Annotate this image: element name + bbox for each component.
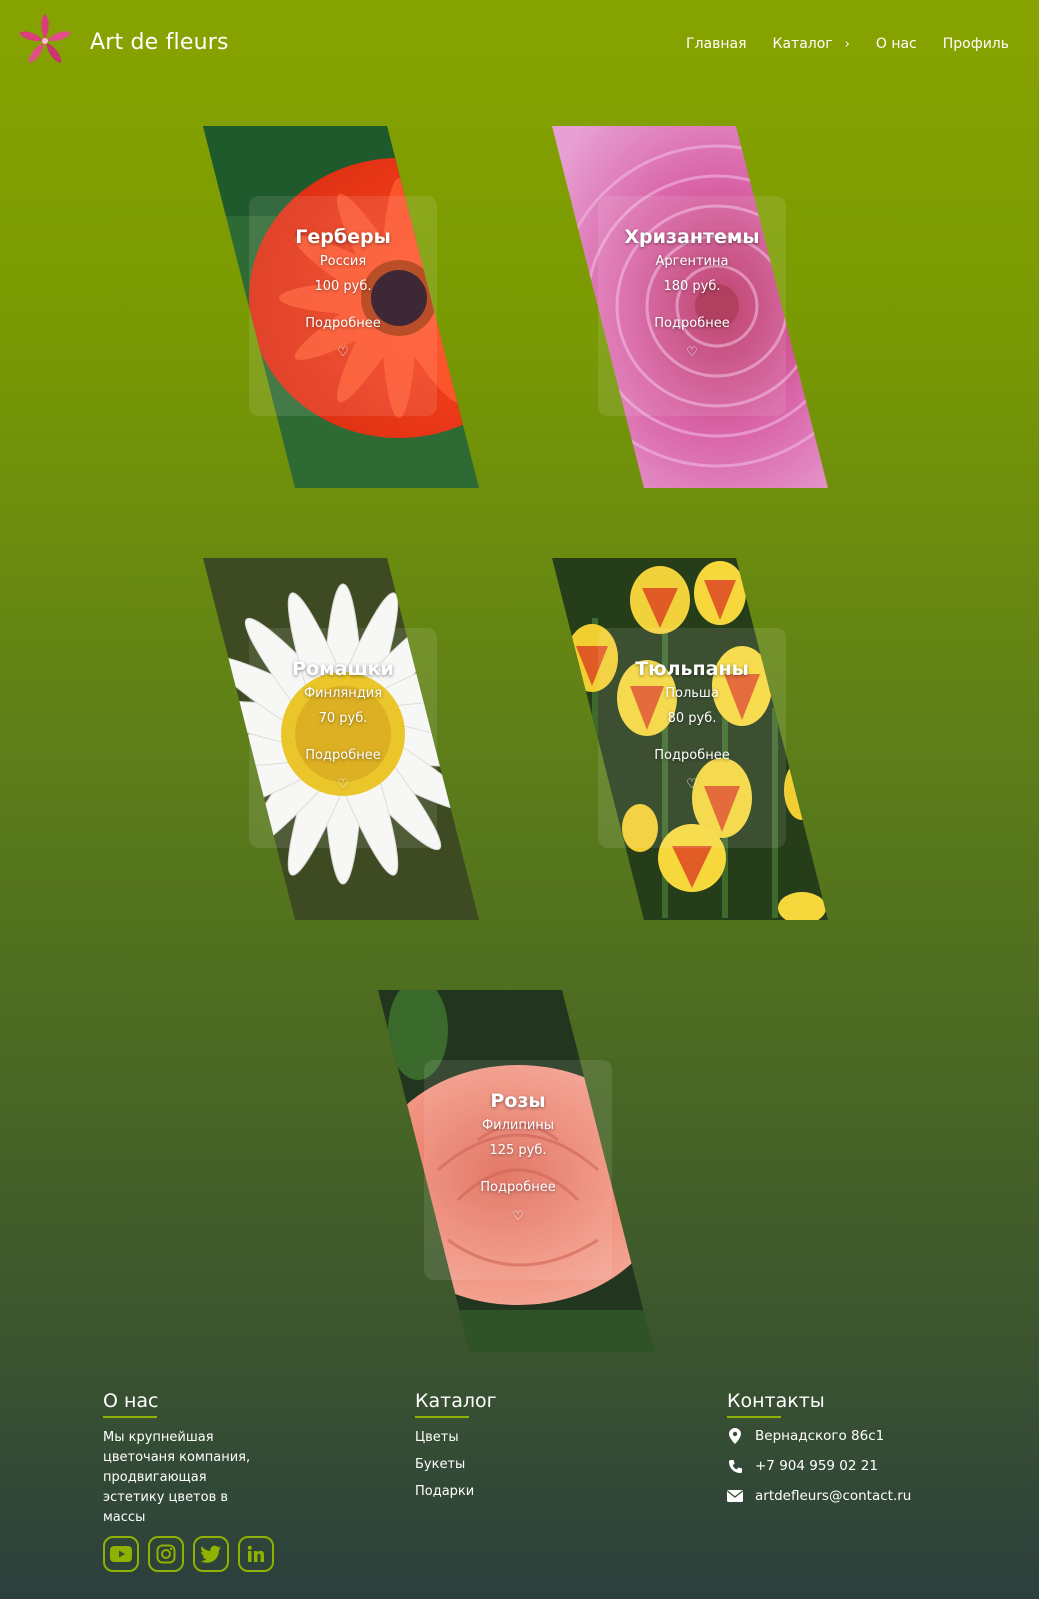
card-country: Польша xyxy=(665,686,719,701)
card-country: Аргентина xyxy=(655,254,729,269)
card-title: Розы xyxy=(490,1090,546,1112)
product-card-chrysanthemum[interactable]: Хризантемы Аргентина 180 руб. Подробнее … xyxy=(552,126,834,488)
linkedin-icon[interactable] xyxy=(238,1536,274,1572)
instagram-icon[interactable] xyxy=(148,1536,184,1572)
product-card-tulips[interactable]: Тюльпаны Польша 80 руб. Подробнее ♡ xyxy=(552,558,834,920)
card-info: Герберы Россия 100 руб. Подробнее ♡ xyxy=(249,196,437,416)
map-pin-icon xyxy=(727,1428,743,1444)
card-info: Розы Филипины 125 руб. Подробнее ♡ xyxy=(424,1060,612,1280)
heart-icon[interactable]: ♡ xyxy=(686,777,698,792)
card-price: 70 руб. xyxy=(318,711,368,726)
contact-phone-text: +7 904 959 02 21 xyxy=(755,1458,878,1474)
twitter-icon[interactable] xyxy=(193,1536,229,1572)
contact-phone[interactable]: +7 904 959 02 21 xyxy=(727,1458,911,1474)
footer-about: О нас Мы крупнейшая цветочаня компания, … xyxy=(103,1390,263,1528)
nav-home[interactable]: Главная xyxy=(686,36,746,52)
footer-link-flowers[interactable]: Цветы xyxy=(415,1430,497,1445)
card-title: Герберы xyxy=(295,226,391,248)
details-link[interactable]: Подробнее xyxy=(654,316,729,331)
heart-icon[interactable]: ♡ xyxy=(512,1209,524,1224)
social-links xyxy=(103,1536,283,1572)
heart-icon[interactable]: ♡ xyxy=(686,345,698,360)
site-header: Art de fleurs Главная Каталог › О нас Про… xyxy=(0,0,1039,90)
footer-catalog-heading: Каталог xyxy=(415,1390,497,1418)
card-price: 100 руб. xyxy=(314,279,372,294)
main-nav: Главная Каталог › О нас Профиль xyxy=(660,36,1009,52)
nav-profile[interactable]: Профиль xyxy=(943,36,1009,52)
card-country: Филипины xyxy=(481,1118,555,1133)
brand-name[interactable]: Art de fleurs xyxy=(90,30,229,55)
details-link[interactable]: Подробнее xyxy=(480,1180,555,1195)
card-country: Финляндия xyxy=(303,686,383,701)
card-price: 80 руб. xyxy=(667,711,717,726)
details-link[interactable]: Подробнее xyxy=(305,316,380,331)
heart-icon[interactable]: ♡ xyxy=(337,345,349,360)
phone-icon xyxy=(727,1459,743,1474)
nav-catalog-label: Каталог xyxy=(772,36,833,52)
nav-profile-label: Профиль xyxy=(942,36,1009,52)
flower-logo-icon[interactable] xyxy=(18,14,72,68)
card-price: 180 руб. xyxy=(663,279,721,294)
footer-link-gifts[interactable]: Подарки xyxy=(415,1484,497,1499)
footer-contacts-heading: Контакты xyxy=(727,1390,825,1418)
footer-contacts: Контакты Вернадского 86с1 +7 904 959 02 … xyxy=(727,1390,911,1504)
details-link[interactable]: Подробнее xyxy=(305,748,380,763)
card-title: Хризантемы xyxy=(624,226,760,248)
heart-icon[interactable]: ♡ xyxy=(337,777,349,792)
footer-link-bouquets[interactable]: Букеты xyxy=(415,1457,497,1472)
contact-email-text: artdefleurs@contact.ru xyxy=(755,1488,912,1504)
nav-about-label: О нас xyxy=(875,36,917,52)
footer-about-heading: О нас xyxy=(103,1390,159,1418)
nav-catalog[interactable]: Каталог › xyxy=(773,36,850,52)
chevron-right-icon: › xyxy=(844,36,850,52)
youtube-icon[interactable] xyxy=(103,1536,139,1572)
card-title: Тюльпаны xyxy=(635,658,749,680)
details-link[interactable]: Подробнее xyxy=(654,748,729,763)
card-info: Ромашки Финляндия 70 руб. Подробнее ♡ xyxy=(249,628,437,848)
envelope-icon xyxy=(727,1490,743,1502)
card-info: Хризантемы Аргентина 180 руб. Подробнее … xyxy=(598,196,786,416)
contact-address: Вернадского 86с1 xyxy=(727,1428,911,1444)
product-card-gerbera[interactable]: Герберы Россия 100 руб. Подробнее ♡ xyxy=(203,126,485,488)
product-card-rose[interactable]: Розы Филипины 125 руб. Подробнее ♡ xyxy=(378,990,660,1352)
contact-address-text: Вернадского 86с1 xyxy=(755,1428,885,1444)
card-country: Россия xyxy=(319,254,367,269)
nav-home-label: Главная xyxy=(686,36,747,52)
card-title: Ромашки xyxy=(292,658,394,680)
nav-about[interactable]: О нас xyxy=(876,36,917,52)
footer-about-text: Мы крупнейшая цветочаня компания, продви… xyxy=(103,1430,251,1525)
contact-email[interactable]: artdefleurs@contact.ru xyxy=(727,1488,911,1504)
card-info: Тюльпаны Польша 80 руб. Подробнее ♡ xyxy=(598,628,786,848)
footer-catalog: Каталог Цветы Букеты Подарки xyxy=(415,1390,497,1499)
product-card-daisy[interactable]: Ромашки Финляндия 70 руб. Подробнее ♡ xyxy=(203,558,485,920)
card-price: 125 руб. xyxy=(489,1143,547,1158)
